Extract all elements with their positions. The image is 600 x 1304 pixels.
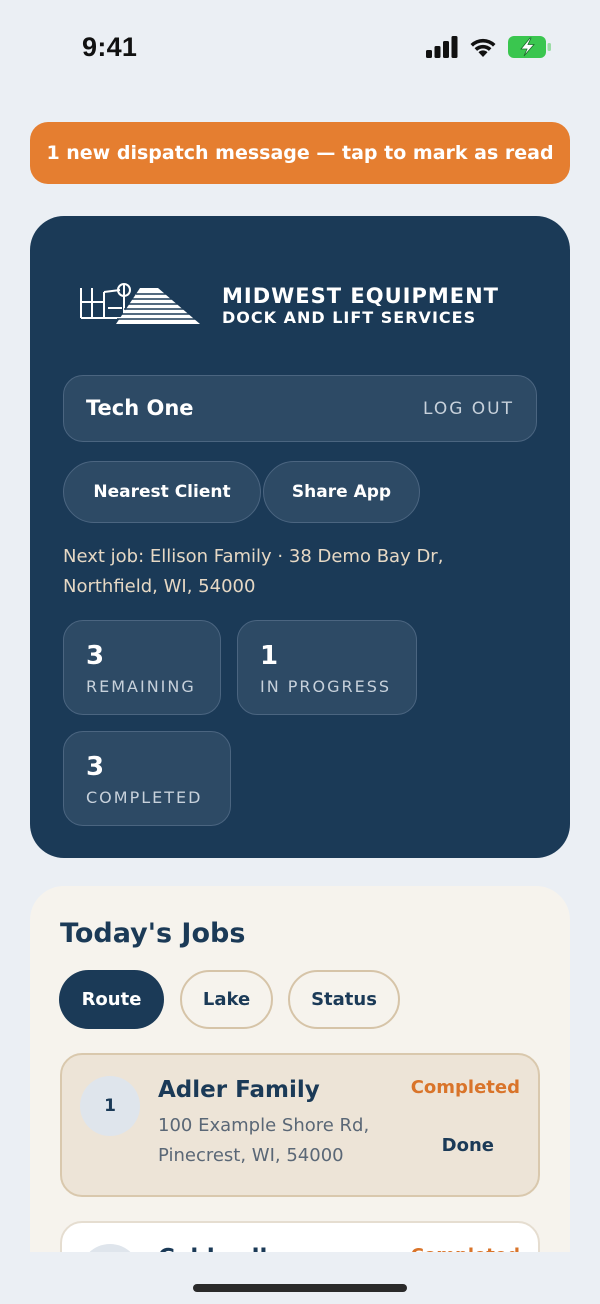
stat-completed-value: 3 (86, 752, 105, 782)
battery-charging-icon (508, 36, 551, 58)
bottom-safe-area (0, 1252, 600, 1304)
stat-completed: 3 COMPLETED (63, 731, 231, 826)
banner-text: 1 new dispatch message — tap to mark as … (46, 142, 554, 164)
tab-lake-label: Lake (202, 989, 251, 1010)
logout-button[interactable]: LOG OUT (423, 399, 514, 419)
stat-in-progress: 1 IN PROGRESS (237, 620, 417, 715)
brand-subtitle: DOCK AND LIFT SERVICES (222, 308, 477, 327)
todays-jobs-card: Today's Jobs Route Lake Status 1 Adler F… (30, 886, 570, 1304)
share-app-button[interactable]: Share App (263, 461, 420, 523)
nearest-client-button[interactable]: Nearest Client (63, 461, 261, 523)
jobs-title: Today's Jobs (60, 918, 246, 949)
nearest-client-label: Nearest Client (93, 482, 231, 502)
home-indicator[interactable] (193, 1284, 407, 1292)
stat-completed-label: COMPLETED (86, 788, 203, 807)
user-name: Tech One (86, 396, 194, 420)
dispatch-message-banner[interactable]: 1 new dispatch message — tap to mark as … (30, 122, 570, 184)
wifi-icon (470, 38, 496, 57)
stat-remaining-value: 3 (86, 641, 105, 671)
job-number-badge: 1 (80, 1076, 140, 1136)
status-icons (426, 36, 552, 58)
status-bar: 9:41 (0, 0, 600, 96)
header-card: MIDWEST EQUIPMENT DOCK AND LIFT SERVICES… (30, 216, 570, 858)
brand-name: MIDWEST EQUIPMENT (222, 284, 500, 308)
job-status: Completed (410, 1077, 520, 1098)
job-address: 100 Example Shore Rd, Pinecrest, WI, 540… (158, 1115, 370, 1166)
tab-route[interactable]: Route (59, 970, 164, 1029)
dock-lift-logo (80, 283, 200, 324)
stat-in-progress-value: 1 (260, 641, 279, 671)
tab-status[interactable]: Status (288, 970, 400, 1029)
tab-status-label: Status (311, 989, 377, 1010)
tab-route-label: Route (81, 989, 142, 1010)
job-client-name: Adler Family (158, 1077, 320, 1103)
job-done-button[interactable]: Done (442, 1135, 494, 1156)
stat-remaining-label: REMAINING (86, 677, 196, 696)
cellular-signal-icon (426, 36, 458, 58)
stat-in-progress-label: IN PROGRESS (260, 677, 392, 696)
tab-lake[interactable]: Lake (180, 970, 273, 1029)
user-bar: Tech One LOG OUT (63, 375, 537, 442)
next-job-text: Next job: Ellison Family · 38 Demo Bay D… (63, 546, 444, 597)
status-time: 9:41 (82, 32, 138, 62)
stat-remaining: 3 REMAINING (63, 620, 221, 715)
job-card[interactable]: 1 Adler Family 100 Example Shore Rd, Pin… (60, 1053, 540, 1197)
share-app-label: Share App (291, 482, 392, 502)
